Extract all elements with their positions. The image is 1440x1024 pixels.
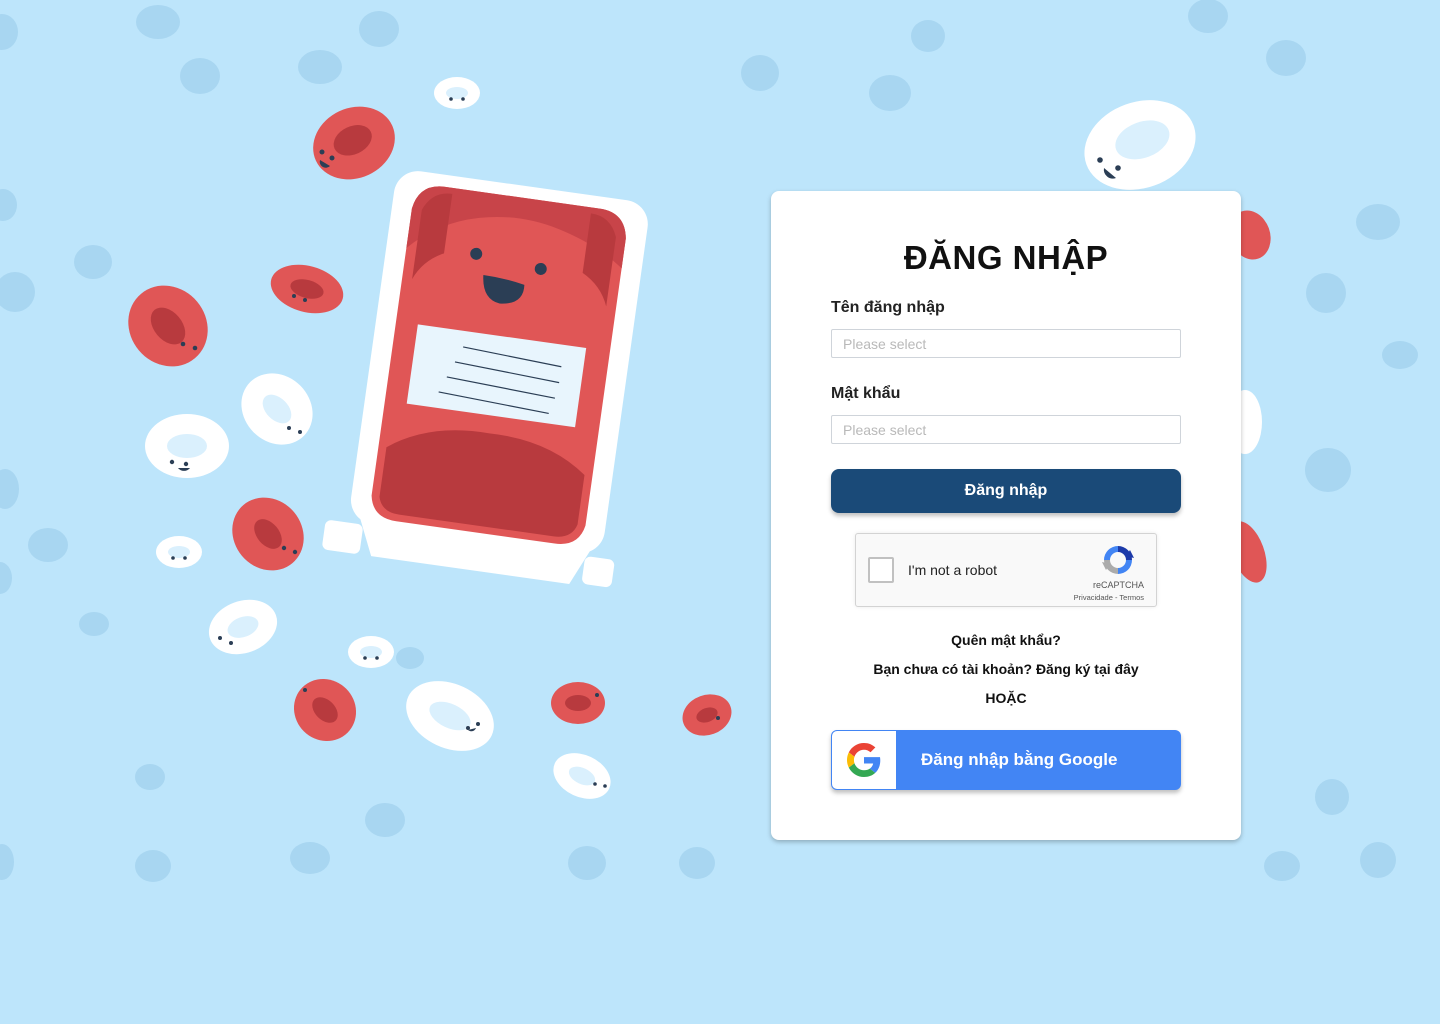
recaptcha-terms-link[interactable]: Termos <box>1119 593 1144 602</box>
password-input[interactable] <box>831 415 1181 444</box>
forgot-password-link[interactable]: Quên mật khẩu? <box>771 632 1241 648</box>
google-icon-container <box>832 731 896 789</box>
login-page: ĐĂNG NHẬP Tên đăng nhập Mật khẩu Đăng nh… <box>0 0 1440 1024</box>
or-divider: HOẶC <box>985 690 1027 706</box>
register-link[interactable]: tại đây <box>1094 661 1138 677</box>
recaptcha-privacy-link[interactable]: Privacidade <box>1074 593 1113 602</box>
recaptcha-links: Privacidade - Termos <box>1074 593 1144 602</box>
password-label: Mật khẩu <box>831 385 901 402</box>
google-g-icon <box>847 743 881 777</box>
username-input[interactable] <box>831 329 1181 358</box>
google-login-button[interactable]: Đăng nhập bằng Google <box>831 730 1181 790</box>
recaptcha-label: I'm not a robot <box>908 562 998 578</box>
register-prompt: Bạn chưa có tài khoản? Đăng ký tại đây <box>771 661 1241 677</box>
google-login-label: Đăng nhập bằng Google <box>921 750 1118 769</box>
recaptcha-logo-icon <box>1102 546 1134 574</box>
blood-bag-mascot <box>322 171 648 588</box>
login-button[interactable]: Đăng nhập <box>831 469 1181 513</box>
recaptcha-widget: I'm not a robot reCAPTCHA Privacidade - … <box>855 533 1157 607</box>
page-title: ĐĂNG NHẬP <box>903 239 1109 276</box>
recaptcha-checkbox[interactable] <box>868 557 894 583</box>
login-card: ĐĂNG NHẬP Tên đăng nhập Mật khẩu Đăng nh… <box>771 191 1241 840</box>
register-prompt-text: Bạn chưa có tài khoản? Đăng ký <box>873 661 1091 677</box>
recaptcha-brand: reCAPTCHA <box>1092 580 1144 590</box>
username-label: Tên đăng nhập <box>831 299 945 316</box>
